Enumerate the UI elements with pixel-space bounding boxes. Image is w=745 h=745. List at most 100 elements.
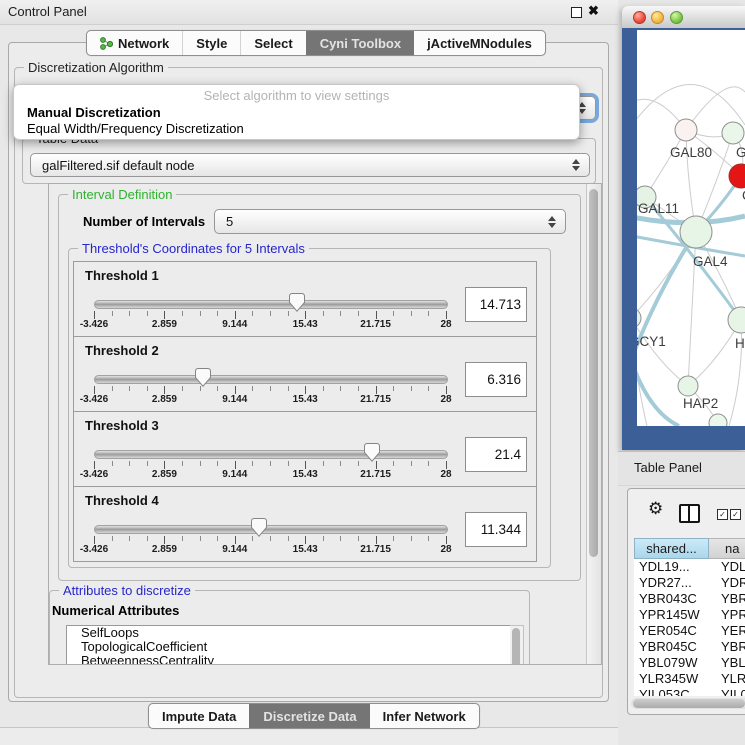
discretization-algorithm-group: Discretization Algorithm Table Data galF… [14, 67, 603, 698]
checkbox-icon[interactable]: ✓ [730, 509, 741, 520]
table-row[interactable]: YBR045CYBR0 [634, 639, 745, 655]
table-row[interactable]: YDR27...YDR2 [634, 575, 745, 591]
table-data-combobox[interactable]: galFiltered.sif default node [30, 153, 590, 177]
table-row[interactable]: YLR345WYLR3 [634, 671, 745, 687]
checkbox-icon[interactable]: ✓ [717, 509, 728, 520]
table-rows: YDL19...YDL1YDR27...YDR2YBR043CYBR0YPR14… [634, 559, 745, 696]
slider-tick-labels: -3.4262.8599.14415.4321.71528 [94, 319, 447, 331]
attributes-list-scrollbar[interactable] [510, 625, 524, 665]
threshold-panel-1: Threshold 1-3.4262.8599.14415.4321.71528… [73, 261, 537, 337]
settings-vertical-scrollbar[interactable] [586, 184, 601, 664]
attribute-list-item[interactable]: BetweennessCentrality [67, 654, 511, 665]
threshold-slider-thumb[interactable] [364, 443, 380, 462]
algorithm-option-manual[interactable]: Manual Discretization [14, 105, 579, 121]
table-horizontal-scrollbar[interactable] [631, 698, 745, 709]
tab-impute-data[interactable]: Impute Data [149, 704, 249, 728]
gear-icon[interactable]: ⚙ [648, 501, 663, 518]
numerical-attributes-list[interactable]: SelfLoopsTopologicalCoefficientBetweenne… [66, 625, 512, 665]
network-node[interactable] [637, 308, 641, 328]
slider-tick-labels: -3.4262.8599.14415.4321.71528 [94, 544, 447, 556]
network-node-label: G [736, 145, 745, 160]
network-edge[interactable] [637, 360, 679, 426]
threshold-slider-thumb[interactable] [289, 293, 305, 312]
table-header-row: shared... na [634, 538, 745, 559]
table-panel: ⚙ ✓ ✓ shared... na YDL19...YDL1YDR27...Y… [627, 488, 745, 715]
attributes-group: Attributes to discretize Numerical Attri… [49, 590, 530, 665]
threshold-slider-track[interactable] [94, 300, 448, 309]
network-node[interactable] [728, 307, 745, 333]
network-node-label: GAL4 [693, 254, 728, 269]
network-edge[interactable] [637, 85, 745, 126]
table-row[interactable]: YER054CYER0 [634, 623, 745, 639]
network-node-label: H [735, 336, 745, 351]
threshold-slider-track[interactable] [94, 450, 448, 459]
settings-scrollpane: Interval Definition Number of Intervals … [48, 183, 602, 665]
network-node-label: GCY1 [637, 334, 666, 349]
algorithm-placeholder-item[interactable]: Select algorithm to view settings [14, 87, 579, 105]
table-panel-header: Table Panel [618, 451, 745, 486]
algorithm-dropdown-popup: Select algorithm to view settings Manual… [13, 84, 580, 140]
table-row[interactable]: YPR145WYPR1 [634, 607, 745, 623]
network-node-label: GAL80 [670, 145, 712, 160]
network-edge[interactable] [645, 130, 686, 197]
network-view-window: GAL80GGAL11CGAL4GCY1HHAP2 [622, 6, 745, 450]
screenshot-root: Control Panel ✖ Discretization Algorithm… [0, 0, 745, 745]
attributes-group-label: Attributes to discretize [59, 583, 195, 598]
discretization-algorithm-label: Discretization Algorithm [24, 60, 168, 75]
table-row[interactable]: YBL079WYBL0 [634, 655, 745, 671]
network-node[interactable] [722, 122, 744, 144]
control-panel-footer [0, 727, 618, 745]
network-node[interactable] [729, 164, 745, 188]
tab-discretize-data[interactable]: Discretize Data [249, 704, 369, 728]
table-row[interactable]: YBR043CYBR0 [634, 591, 745, 607]
table-row[interactable]: YDL19...YDL1 [634, 559, 745, 575]
threshold-panel-3: Threshold 3-3.4262.8599.14415.4321.71528… [73, 411, 537, 487]
network-node[interactable] [675, 119, 697, 141]
threshold-value-field[interactable]: 11.344 [465, 512, 527, 547]
network-graph: GAL80GGAL11CGAL4GCY1HHAP2 [637, 30, 745, 426]
network-node-label: GAL11 [638, 201, 679, 216]
tab-infer-network[interactable]: Infer Network [370, 704, 479, 728]
cyni-mode-tabs: Impute DataDiscretize DataInfer Network [148, 703, 480, 729]
column-header-name[interactable]: na [709, 538, 745, 559]
threshold-value-field[interactable]: 6.316 [465, 362, 527, 397]
minimize-traffic-light-icon[interactable] [651, 11, 664, 24]
attribute-list-item[interactable]: SelfLoops [67, 626, 511, 640]
close-icon[interactable]: ✖ [588, 3, 599, 19]
tab-cyni-toolbox[interactable]: Cyni Toolbox [306, 31, 414, 55]
tab-style[interactable]: Style [182, 31, 240, 55]
threshold-panel-4: Threshold 4-3.4262.8599.14415.4321.71528… [73, 486, 537, 562]
number-of-intervals-combobox[interactable]: 5 [214, 209, 566, 234]
threshold-value-field[interactable]: 21.4 [465, 437, 527, 472]
threshold-slider-thumb[interactable] [195, 368, 211, 387]
threshold-slider-track[interactable] [94, 525, 448, 534]
column-header-shared-name[interactable]: shared... [634, 538, 709, 559]
slider-tick-marks [94, 536, 447, 544]
tab-jactivemnodules[interactable]: jActiveMNodules [414, 31, 545, 55]
table-row[interactable]: YIL053CYIL0 [634, 687, 745, 696]
close-traffic-light-icon[interactable] [633, 11, 646, 24]
tab-network[interactable]: Network [87, 31, 182, 55]
number-of-intervals-label: Number of Intervals [83, 214, 205, 229]
attribute-list-item[interactable]: TopologicalCoefficient [67, 640, 511, 654]
network-node[interactable] [709, 414, 727, 426]
algorithm-option-equal-width[interactable]: Equal Width/Frequency Discretization [14, 121, 579, 137]
slider-tick-marks [94, 311, 447, 319]
network-node[interactable] [678, 376, 698, 396]
float-window-icon[interactable] [571, 7, 582, 18]
threshold-slider-track[interactable] [94, 375, 448, 384]
combo-arrows-icon [548, 216, 556, 228]
split-view-icon[interactable] [679, 504, 700, 523]
node-attribute-table: shared... na YDL19...YDL1YDR27...YDR2YBR… [634, 538, 745, 696]
threshold-value-field[interactable]: 14.713 [465, 287, 527, 322]
tab-select[interactable]: Select [240, 31, 305, 55]
control-panel-body: Discretization Algorithm Table Data galF… [8, 42, 609, 702]
threshold-slider-thumb[interactable] [251, 518, 267, 537]
threshold-panel-2: Threshold 2-3.4262.8599.14415.4321.71528… [73, 336, 537, 412]
network-node[interactable] [680, 216, 712, 248]
thresholds-group-label: Threshold's Coordinates for 5 Intervals [78, 241, 309, 256]
zoom-traffic-light-icon[interactable] [670, 11, 683, 24]
network-canvas[interactable]: GAL80GGAL11CGAL4GCY1HHAP2 [637, 30, 745, 426]
control-panel-tabs: NetworkStyleSelectCyni ToolboxjActiveMNo… [86, 30, 546, 56]
control-panel-titlebar: Control Panel ✖ [0, 0, 618, 25]
